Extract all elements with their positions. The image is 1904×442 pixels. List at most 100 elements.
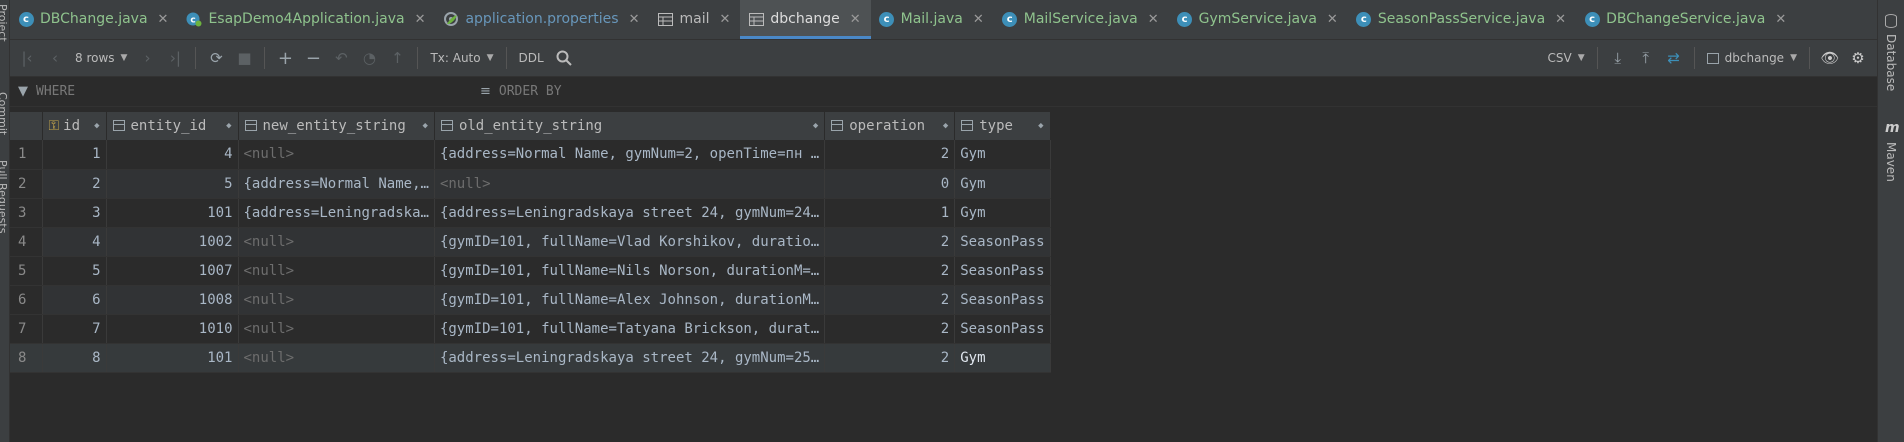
close-icon[interactable]: ✕ — [415, 12, 426, 27]
cell-id[interactable]: 6 — [42, 285, 107, 315]
column-header-entity-id[interactable]: entity_id ◆ — [106, 112, 239, 140]
cell-type[interactable]: SeasonPass — [954, 256, 1051, 286]
cell-id[interactable]: 8 — [42, 343, 107, 373]
row-number[interactable]: 1 — [10, 140, 43, 170]
cell-old-entity-string[interactable]: {gymID=101, fullName=Alex Johnson, durat… — [434, 285, 826, 315]
cell-entity-id[interactable]: 101 — [106, 198, 239, 228]
tab-seasonpassservice-java[interactable]: c SeasonPassService.java ✕ — [1348, 0, 1576, 39]
cell-operation[interactable]: 2 — [824, 343, 956, 373]
row-number[interactable]: 2 — [10, 169, 43, 199]
table-row[interactable]: 1 1 4 <null> {address=Normal Name, gymNu… — [10, 140, 1051, 170]
tab-dbchange-java[interactable]: c DBChange.java ✕ — [10, 0, 178, 39]
rows-selector[interactable]: 8 rows ▼ — [69, 51, 133, 65]
close-icon[interactable]: ✕ — [1148, 12, 1159, 27]
transaction-mode-selector[interactable]: Tx: Auto ▼ — [424, 51, 499, 65]
add-row-icon[interactable]: + — [272, 46, 298, 70]
cell-entity-id[interactable]: 101 — [106, 343, 239, 373]
cell-entity-id[interactable]: 1002 — [106, 227, 239, 257]
table-row[interactable]: 7 7 1010 <null> {gymID=101, fullName=Tat… — [10, 314, 1051, 344]
sort-arrows-icon[interactable]: ◆ — [226, 121, 231, 131]
tab-application-properties[interactable]: application.properties ✕ — [435, 0, 649, 39]
cell-new-entity-string[interactable]: <null> — [238, 285, 435, 315]
table-row[interactable]: 5 5 1007 <null> {gymID=101, fullName=Nil… — [10, 256, 1051, 286]
cell-operation[interactable]: 1 — [824, 198, 956, 228]
cell-old-entity-string[interactable]: <null> — [434, 169, 826, 199]
close-icon[interactable]: ✕ — [720, 12, 731, 27]
cell-old-entity-string[interactable]: {gymID=101, fullName=Tatyana Brickson, d… — [434, 314, 826, 344]
next-page-icon[interactable]: › — [134, 46, 160, 70]
table-row[interactable]: 3 3 101 {address=Leningradska… {address=… — [10, 198, 1051, 228]
pull-requests-tool-button[interactable]: Pull Requests — [0, 160, 9, 233]
tab-dbchangeservice-java[interactable]: c DBChangeService.java ✕ — [1576, 0, 1796, 39]
export-format-selector[interactable]: CSV ▼ — [1542, 51, 1591, 65]
row-number[interactable]: 7 — [10, 314, 43, 344]
cell-old-entity-string[interactable]: {address=Leningradskaya street 24, gymNu… — [434, 343, 826, 373]
cell-new-entity-string[interactable]: {address=Leningradska… — [238, 198, 435, 228]
cell-operation[interactable]: 2 — [824, 140, 956, 170]
close-icon[interactable]: ✕ — [1327, 12, 1338, 27]
cell-old-entity-string[interactable]: {address=Normal Name, gymNum=2, openTime… — [434, 140, 826, 170]
column-header-type[interactable]: type ◆ — [954, 112, 1051, 140]
row-number[interactable]: 3 — [10, 198, 43, 228]
table-row[interactable]: 4 4 1002 <null> {gymID=101, fullName=Vla… — [10, 227, 1051, 257]
reload-icon[interactable]: ⟳ — [203, 46, 229, 70]
cell-type[interactable]: SeasonPass — [954, 285, 1051, 315]
cell-new-entity-string[interactable]: <null> — [238, 343, 435, 373]
tab-mail-java[interactable]: c Mail.java ✕ — [871, 0, 994, 39]
cell-type[interactable]: SeasonPass — [954, 314, 1051, 344]
cell-old-entity-string[interactable]: {gymID=101, fullName=Nils Norson, durati… — [434, 256, 826, 286]
cell-type-selected[interactable]: Gym — [954, 343, 1051, 373]
table-row[interactable]: 2 2 5 {address=Normal Name,… <null> 0 Gy… — [10, 169, 1051, 199]
cell-entity-id[interactable]: 1008 — [106, 285, 239, 315]
cell-type[interactable]: Gym — [954, 140, 1051, 170]
cell-id[interactable]: 4 — [42, 227, 107, 257]
cell-id[interactable]: 7 — [42, 314, 107, 344]
sort-arrows-icon[interactable]: ◆ — [943, 121, 948, 131]
datasource-selector[interactable]: dbchange ▼ — [1701, 51, 1803, 65]
cell-new-entity-string[interactable]: <null> — [238, 314, 435, 344]
cell-type[interactable]: Gym — [954, 169, 1051, 199]
cell-entity-id[interactable]: 1010 — [106, 314, 239, 344]
cell-new-entity-string[interactable]: <null> — [238, 256, 435, 286]
where-filter[interactable]: ▼ WHERE — [10, 84, 480, 99]
ddl-button[interactable]: DDL — [513, 51, 550, 65]
close-icon[interactable]: ✕ — [850, 12, 861, 27]
close-icon[interactable]: ✕ — [629, 12, 640, 27]
table-row[interactable]: 6 6 1008 <null> {gymID=101, fullName=Ale… — [10, 285, 1051, 315]
project-tool-button[interactable]: Project — [0, 4, 9, 42]
cell-entity-id[interactable]: 1007 — [106, 256, 239, 286]
row-number[interactable]: 4 — [10, 227, 43, 257]
sort-arrows-icon[interactable]: ◆ — [813, 121, 818, 131]
cell-operation[interactable]: 2 — [824, 227, 956, 257]
close-icon[interactable]: ✕ — [973, 12, 984, 27]
cell-id[interactable]: 3 — [42, 198, 107, 228]
tab-esapdemo4application-java[interactable]: c EsapDemo4Application.java ✕ — [178, 0, 435, 39]
previous-page-icon[interactable]: ‹ — [42, 46, 68, 70]
cell-entity-id[interactable]: 5 — [106, 169, 239, 199]
close-icon[interactable]: ✕ — [1555, 12, 1566, 27]
tab-dbchange[interactable]: dbchange ✕ — [740, 0, 871, 39]
close-icon[interactable]: ✕ — [158, 12, 169, 27]
last-page-icon[interactable]: ›| — [162, 46, 188, 70]
cell-old-entity-string[interactable]: {gymID=101, fullName=Vlad Korshikov, dur… — [434, 227, 826, 257]
row-number[interactable]: 6 — [10, 285, 43, 315]
row-number[interactable]: 5 — [10, 256, 43, 286]
cell-type[interactable]: SeasonPass — [954, 227, 1051, 257]
cell-entity-id[interactable]: 4 — [106, 140, 239, 170]
column-header-new-entity-string[interactable]: new_entity_string ◆ — [238, 112, 435, 140]
import-data-icon[interactable]: ⤒ — [1633, 46, 1659, 70]
commit-tool-button[interactable]: Commit — [0, 92, 9, 135]
row-number[interactable]: 8 — [10, 343, 43, 373]
submit-icon[interactable]: ↑ — [384, 46, 410, 70]
database-tool-button[interactable]: Database — [1884, 34, 1898, 91]
cell-old-entity-string[interactable]: {address=Leningradskaya street 24, gymNu… — [434, 198, 826, 228]
sort-arrows-icon[interactable]: ◆ — [94, 121, 99, 131]
search-icon[interactable] — [551, 46, 577, 70]
cell-operation[interactable]: 2 — [824, 314, 956, 344]
cell-new-entity-string[interactable]: {address=Normal Name,… — [238, 169, 435, 199]
cell-new-entity-string[interactable]: <null> — [238, 140, 435, 170]
column-header-operation[interactable]: operation ◆ — [824, 112, 956, 140]
sort-arrows-icon[interactable]: ◆ — [423, 121, 428, 131]
sort-arrows-icon[interactable]: ◆ — [1038, 121, 1043, 131]
tab-mailservice-java[interactable]: c MailService.java ✕ — [994, 0, 1169, 39]
